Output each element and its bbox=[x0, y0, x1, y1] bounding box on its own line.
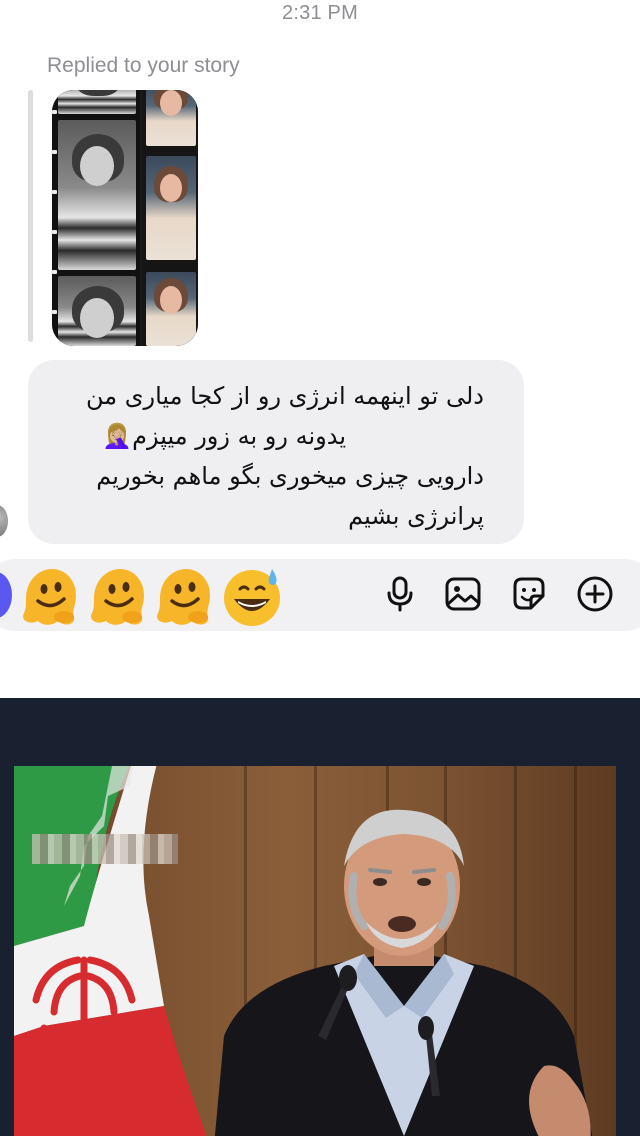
sender-avatar[interactable] bbox=[0, 505, 8, 537]
microphone-icon[interactable] bbox=[380, 574, 420, 614]
message-line: پرانرژی بشیم bbox=[348, 502, 484, 530]
video-player[interactable] bbox=[0, 698, 640, 1136]
story-thumbnail[interactable] bbox=[52, 90, 198, 346]
melting-face-emoji bbox=[86, 565, 150, 629]
dm-thread: 2:31 PM Replied to your story دلی تو این… bbox=[0, 0, 640, 690]
pixelated-watermark bbox=[32, 834, 178, 864]
message-line: یدونه رو به زور میپزم🤦🏼‍♀️ bbox=[102, 422, 346, 450]
flag-graphic bbox=[14, 766, 207, 1136]
message-timestamp: 2:31 PM bbox=[282, 2, 358, 24]
add-icon[interactable] bbox=[575, 574, 615, 614]
grinning-sweat-emoji bbox=[220, 565, 284, 629]
message-bubble[interactable]: دلی تو اینهمه انرژی رو از کجا میاری من ی… bbox=[28, 360, 524, 544]
sticker-icon[interactable] bbox=[509, 574, 549, 614]
replied-to-story-label: Replied to your story bbox=[47, 54, 240, 77]
message-line: دارویی چیزی میخوری بگو ماهم بخوریم bbox=[96, 462, 484, 490]
image-icon[interactable] bbox=[443, 574, 483, 614]
speaker-figure bbox=[214, 809, 593, 1136]
reply-quote-bar bbox=[28, 90, 33, 342]
melting-face-emoji bbox=[18, 565, 82, 629]
melting-face-emoji bbox=[152, 565, 216, 629]
message-line: دلی تو اینهمه انرژی رو از کجا میاری من bbox=[85, 382, 484, 410]
video-frame bbox=[14, 766, 616, 1136]
